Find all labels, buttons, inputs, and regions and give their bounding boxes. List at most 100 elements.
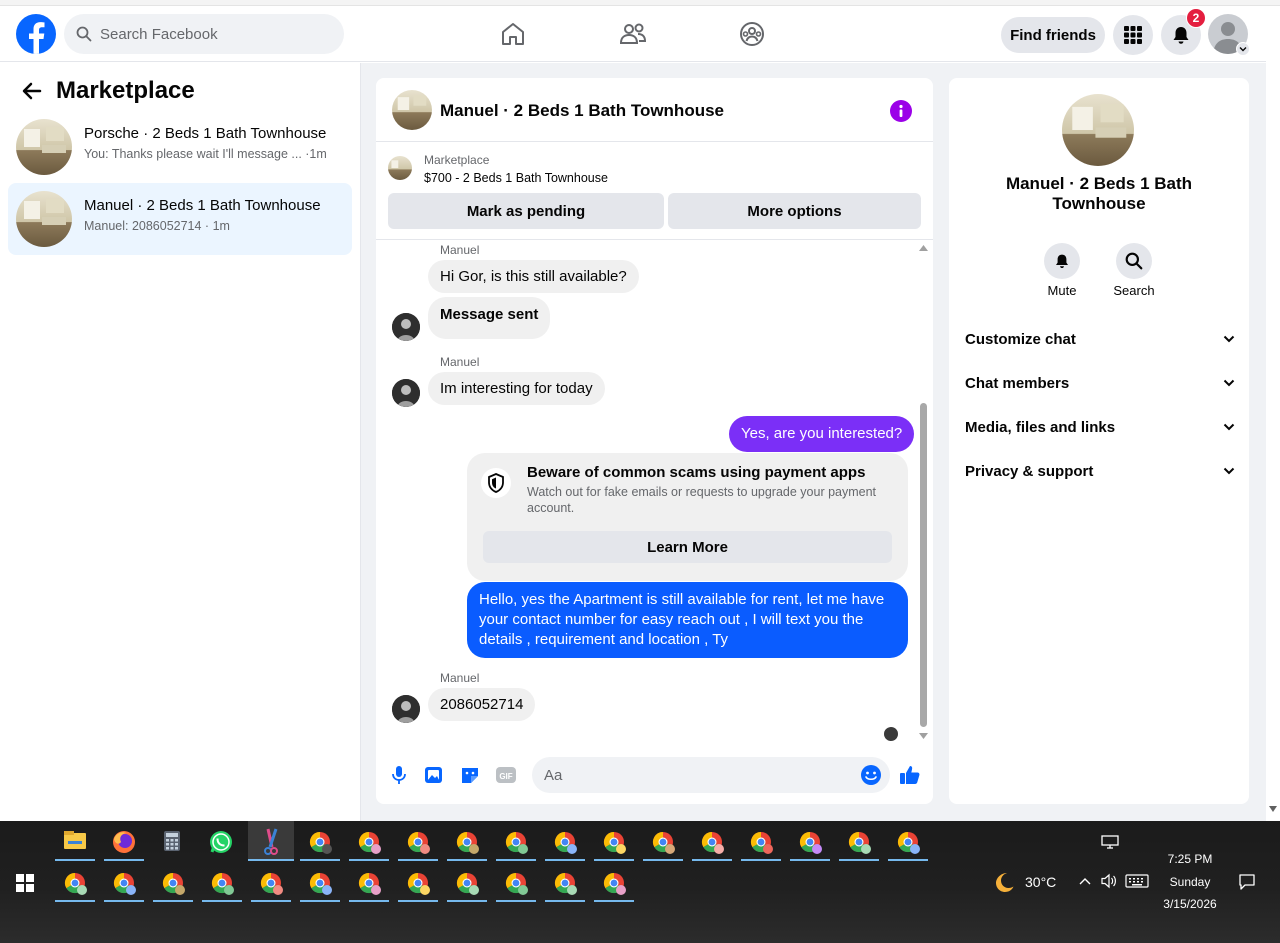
message-input[interactable]	[544, 757, 844, 793]
chrome-profile-icon[interactable]	[300, 864, 340, 902]
chevron-down-icon	[1223, 379, 1235, 387]
whatsapp-icon[interactable]	[201, 823, 241, 861]
section-privacy-support[interactable]: Privacy & support	[965, 463, 1235, 487]
chrome-profile-icon[interactable]	[496, 864, 536, 902]
chat-listing-thumbnail[interactable]	[392, 90, 432, 130]
section-chat-members[interactable]: Chat members	[965, 375, 1235, 399]
find-friends-button[interactable]: Find friends	[1001, 17, 1105, 53]
chrome-profile-icon[interactable]	[741, 823, 781, 861]
account-chevron-icon[interactable]	[1236, 42, 1250, 56]
sender-avatar[interactable]	[392, 313, 420, 341]
search-icon	[76, 26, 92, 42]
incoming-message[interactable]: Message sent	[428, 297, 551, 339]
svg-text:GIF: GIF	[499, 772, 512, 781]
incoming-message[interactable]: Hi Gor, is this still available?	[428, 260, 639, 293]
chrome-profile-icon[interactable]	[692, 823, 732, 861]
search-bar[interactable]	[64, 14, 344, 54]
chrome-profile-icon[interactable]	[104, 864, 144, 902]
mark-as-pending-button[interactable]: Mark as pending	[388, 193, 664, 229]
chrome-profile-icon[interactable]	[349, 823, 389, 861]
scroll-up-icon[interactable]	[919, 245, 928, 251]
chrome-profile-icon[interactable]	[447, 864, 487, 902]
clock-day[interactable]: Sunday	[1150, 875, 1230, 889]
chrome-profile-icon[interactable]	[398, 864, 438, 902]
keyboard-icon[interactable]	[1125, 874, 1149, 888]
emoji-icon[interactable]	[860, 764, 882, 786]
back-arrow-icon[interactable]	[20, 79, 44, 103]
photo-icon[interactable]	[423, 764, 445, 786]
sender-avatar[interactable]	[392, 379, 420, 407]
search-icon	[1125, 252, 1143, 270]
search-in-chat-button[interactable]	[1116, 243, 1152, 279]
home-icon[interactable]	[499, 20, 527, 48]
sender-avatar[interactable]	[392, 695, 420, 723]
section-media-files-links[interactable]: Media, files and links	[965, 419, 1235, 443]
notification-center-icon[interactable]	[1238, 873, 1256, 891]
chrome-profile-icon[interactable]	[643, 823, 683, 861]
scroll-down-icon[interactable]	[919, 733, 928, 739]
incoming-message[interactable]: 2086052714	[428, 688, 536, 721]
info-icon[interactable]	[890, 100, 912, 122]
search-input[interactable]	[100, 14, 330, 54]
windows-start-icon[interactable]	[16, 874, 34, 892]
clock-time[interactable]: 7:25 PM	[1150, 852, 1230, 866]
file-explorer-icon[interactable]	[55, 823, 95, 861]
outgoing-message[interactable]: Yes, are you interested?	[729, 416, 915, 452]
chevron-up-icon[interactable]	[1079, 877, 1091, 885]
scam-warning-card: Beware of common scams using payment app…	[467, 453, 908, 581]
top-navigation-bar: Find friends 2	[0, 6, 1266, 62]
calculator-icon[interactable]	[152, 823, 192, 861]
chrome-profile-icon[interactable]	[349, 864, 389, 902]
chat-title[interactable]: Manuel · 2 Beds 1 Bath Townhouse	[440, 101, 724, 121]
chrome-profile-icon[interactable]	[300, 823, 340, 861]
snipping-tool-icon[interactable]	[248, 821, 294, 861]
scroll-thumb[interactable]	[920, 403, 927, 727]
gif-icon[interactable]: GIF	[495, 764, 517, 786]
volume-icon[interactable]	[1100, 873, 1118, 889]
chrome-profile-icon[interactable]	[594, 864, 634, 902]
like-thumb-icon[interactable]	[899, 764, 921, 786]
microphone-icon[interactable]	[388, 764, 410, 786]
learn-more-button[interactable]: Learn More	[483, 531, 892, 563]
chrome-profile-icon[interactable]	[545, 864, 585, 902]
menu-grid-button[interactable]	[1113, 15, 1153, 55]
chevron-down-icon	[1223, 467, 1235, 475]
details-listing-photo[interactable]	[1062, 94, 1134, 166]
friends-icon[interactable]	[619, 20, 647, 48]
message-input-box[interactable]	[532, 757, 890, 793]
clock-date[interactable]: 3/15/2026	[1150, 897, 1230, 911]
more-options-button[interactable]: More options	[668, 193, 921, 229]
chrome-profile-icon[interactable]	[790, 823, 830, 861]
groups-icon[interactable]	[738, 20, 766, 48]
chrome-profile-icon[interactable]	[398, 823, 438, 861]
scroll-down-icon[interactable]	[1269, 806, 1277, 812]
message-scrollbar[interactable]	[917, 243, 929, 741]
facebook-logo-icon[interactable]	[16, 14, 56, 54]
conversation-item[interactable]: Porsche · 2 Beds 1 Bath Townhouse You: T…	[8, 111, 352, 183]
chrome-profile-icon[interactable]	[55, 864, 95, 902]
firefox-icon[interactable]	[104, 823, 144, 861]
listing-price[interactable]: $700 - 2 Beds 1 Bath Townhouse	[424, 171, 608, 185]
section-customize-chat[interactable]: Customize chat	[965, 331, 1235, 355]
conversation-item-active[interactable]: Manuel · 2 Beds 1 Bath Townhouse Manuel:…	[8, 183, 352, 255]
outgoing-message[interactable]: Hello, yes the Apartment is still availa…	[467, 582, 908, 658]
incoming-message[interactable]: Im interesting for today	[428, 372, 605, 405]
display-icon[interactable]	[1101, 835, 1119, 849]
page-scrollbar[interactable]	[1266, 6, 1280, 821]
chevron-down-icon	[1223, 423, 1235, 431]
chrome-profile-icon[interactable]	[496, 823, 536, 861]
chrome-profile-icon[interactable]	[153, 864, 193, 902]
chrome-profile-icon[interactable]	[251, 864, 291, 902]
chrome-profile-icon[interactable]	[545, 823, 585, 861]
chrome-profile-icon[interactable]	[202, 864, 242, 902]
chrome-profile-icon[interactable]	[888, 823, 928, 861]
moon-weather-icon[interactable]	[992, 870, 1016, 894]
chrome-profile-icon[interactable]	[594, 823, 634, 861]
chrome-profile-icon[interactable]	[447, 823, 487, 861]
sidebar-title: Marketplace	[56, 77, 195, 104]
mute-button[interactable]	[1044, 243, 1080, 279]
chrome-profile-icon[interactable]	[839, 823, 879, 861]
sticker-icon[interactable]	[459, 764, 481, 786]
weather-temperature[interactable]: 30°C	[1025, 874, 1056, 890]
message-thread: Manuel Hi Gor, is this still available? …	[376, 241, 933, 741]
